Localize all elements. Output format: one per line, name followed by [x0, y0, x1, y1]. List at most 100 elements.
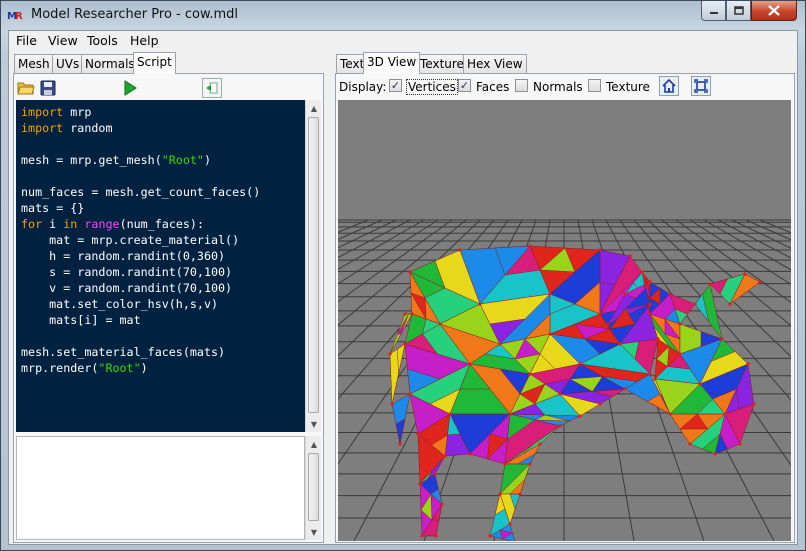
run-button[interactable]: [120, 78, 140, 98]
faces-checkbox[interactable]: ✓: [458, 79, 471, 92]
code-line: mat.set_color_hsv(h,s,v): [21, 297, 219, 311]
display-bar: Display: ✓ Vertices ✓ Faces Normals Text…: [336, 74, 794, 100]
script-output[interactable]: [16, 436, 305, 540]
mesh-vertex: [468, 362, 472, 366]
view-panel: Display: ✓ Vertices ✓ Faces Normals Text…: [335, 73, 795, 543]
mesh-vertex: [508, 412, 512, 416]
mesh-vertex: [738, 442, 742, 446]
mesh-vertex: [640, 270, 644, 274]
title-bar[interactable]: M R Model Researcher Pro - cow.mdl: [1, 1, 805, 29]
mesh-vertex: [598, 402, 602, 406]
scroll-down-icon[interactable]: ▼: [306, 416, 322, 432]
menu-help[interactable]: Help: [130, 33, 159, 48]
mesh-vertex: [410, 312, 414, 316]
mesh-vertex: [528, 244, 532, 248]
menu-tools[interactable]: Tools: [87, 33, 118, 48]
script-editor[interactable]: import mrp import random mesh = mrp.get_me…: [16, 100, 305, 432]
close-button[interactable]: [751, 1, 797, 21]
checkmark-icon: ✓: [459, 79, 470, 92]
window-title: Model Researcher Pro - cow.mdl: [31, 7, 239, 22]
mesh-vertex: [420, 534, 424, 538]
minimize-button[interactable]: [701, 1, 726, 21]
normals-checkbox[interactable]: [515, 79, 528, 92]
menu-view[interactable]: View: [48, 33, 78, 48]
right-tab-strip: Text 3D View Texture Hex View: [335, 52, 795, 74]
scroll-down-icon[interactable]: ▼: [306, 524, 322, 540]
output-scrollbar[interactable]: ▲ ▼: [305, 436, 321, 540]
menu-file[interactable]: File: [16, 33, 37, 48]
mesh-vertex: [434, 534, 438, 538]
tab-mesh[interactable]: Mesh: [14, 54, 54, 73]
export-button[interactable]: [202, 78, 222, 98]
mesh-vertex: [440, 502, 444, 506]
scroll-thumb[interactable]: [308, 117, 319, 413]
mesh-vertex: [468, 452, 472, 456]
code-line: mats[i] = mat: [21, 313, 141, 327]
code-line: num_faces = mesh.get_count_faces(): [21, 185, 261, 199]
app-window: M R Model Researcher Pro - cow.mdl File …: [0, 0, 806, 551]
code-line: import mrp: [21, 105, 92, 119]
tab-3d-view[interactable]: 3D View: [363, 52, 421, 74]
editor-scrollbar[interactable]: ▲ ▼: [305, 100, 321, 432]
home-view-icon: [662, 79, 676, 93]
3d-scene[interactable]: [338, 100, 791, 541]
mesh-vertex: [628, 254, 632, 258]
scroll-up-icon[interactable]: ▲: [306, 436, 322, 452]
faces-label[interactable]: Faces: [476, 80, 509, 94]
mesh-vertex: [598, 248, 602, 252]
code-line: import random: [21, 121, 113, 135]
mesh-vertex: [723, 412, 727, 416]
run-play-icon: [124, 80, 137, 96]
mesh-vertex: [678, 352, 682, 356]
mesh-vertex: [698, 382, 702, 386]
mesh-vertex: [398, 442, 402, 446]
scroll-up-icon[interactable]: ▲: [306, 100, 322, 116]
vertices-label[interactable]: Vertices: [406, 79, 458, 95]
code-line: mat = mrp.create_material(): [21, 233, 240, 247]
mesh-vertex: [548, 292, 552, 296]
scroll-thumb[interactable]: [308, 453, 319, 521]
mesh-vertex: [693, 302, 697, 306]
maximize-button[interactable]: [726, 1, 751, 21]
mesh-vertex: [548, 332, 552, 336]
mesh-vertex: [623, 387, 627, 391]
mesh-vertex: [488, 534, 492, 538]
tab-hex-view[interactable]: Hex View: [463, 54, 527, 73]
script-panel: import mrp import random mesh = mrp.get_me…: [13, 73, 324, 543]
fit-view-icon: [694, 79, 708, 93]
code-line: mrp.render("Root"): [21, 361, 148, 375]
mesh-vertex: [752, 402, 756, 406]
mesh-vertex: [708, 282, 712, 286]
mesh-vertex: [403, 312, 407, 316]
open-button[interactable]: [16, 78, 36, 98]
mesh-vertex: [606, 322, 610, 326]
normals-label[interactable]: Normals: [533, 80, 583, 94]
mesh-vertex: [508, 522, 512, 526]
mesh-vertex: [528, 462, 532, 466]
fit-view-button[interactable]: [691, 76, 711, 96]
texture-label[interactable]: Texture: [606, 80, 650, 94]
tab-normals[interactable]: Normals: [81, 54, 139, 73]
mesh-vertex: [478, 302, 482, 306]
save-disk-icon: [40, 80, 56, 96]
home-view-button[interactable]: [659, 76, 679, 96]
texture-checkbox[interactable]: [588, 79, 601, 92]
mesh-vertex: [713, 452, 717, 456]
mesh-vertex: [648, 302, 652, 306]
mesh-vertex: [668, 292, 672, 296]
3d-viewport[interactable]: [338, 100, 791, 541]
save-button[interactable]: [38, 78, 58, 98]
tab-uvs[interactable]: UVs: [52, 54, 84, 73]
mesh-vertex: [418, 482, 422, 486]
tab-texture[interactable]: Texture: [416, 54, 468, 73]
open-folder-icon: [17, 82, 35, 95]
vertices-checkbox[interactable]: ✓: [389, 79, 402, 92]
mesh-vertex: [503, 462, 507, 466]
mesh-face: [397, 313, 409, 335]
code-line: for i in range(num_faces):: [21, 217, 205, 231]
mesh-vertex: [433, 472, 437, 476]
close-icon: [768, 5, 780, 16]
tab-script[interactable]: Script: [133, 52, 176, 74]
